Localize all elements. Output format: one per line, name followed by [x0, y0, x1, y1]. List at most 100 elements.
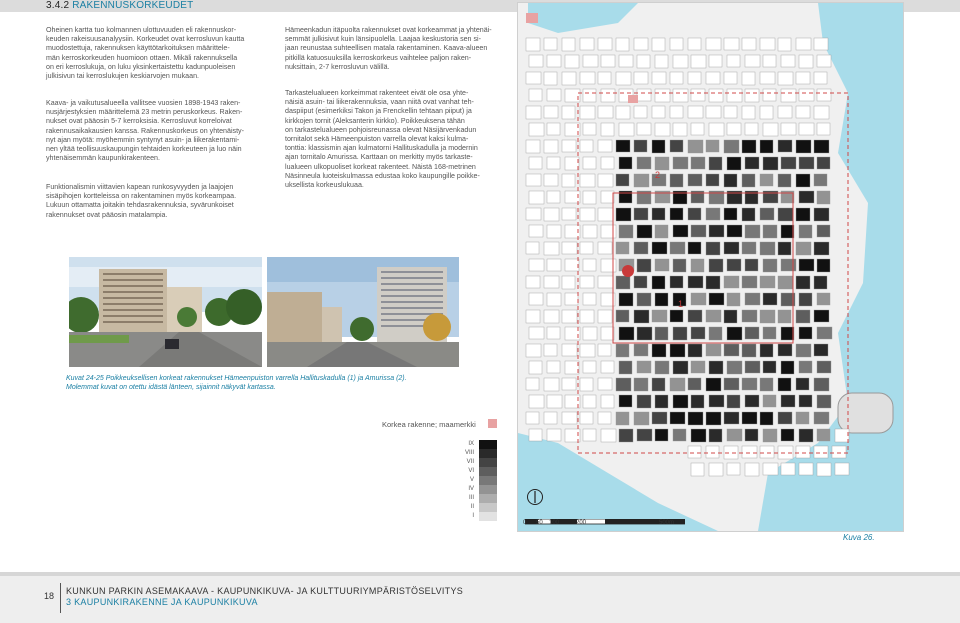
- building-block: [744, 224, 761, 239]
- building-block: [579, 309, 595, 324]
- legend-floor-label: II: [470, 504, 474, 510]
- building-block: [705, 275, 721, 290]
- building-block: [651, 411, 668, 425]
- building-block: [615, 343, 630, 358]
- building-block: [795, 343, 812, 358]
- building-block: [528, 122, 545, 137]
- building-block: [777, 377, 792, 392]
- section-heading: 3.4.2 RAKENNUSKORKEUDET: [46, 0, 193, 12]
- building-block: [561, 377, 577, 391]
- building-block: [669, 139, 684, 153]
- building-block: [543, 207, 560, 222]
- building-block: [780, 54, 796, 68]
- building-block: [669, 343, 686, 358]
- landmark-north: [628, 95, 638, 103]
- building-block: [618, 54, 634, 68]
- building-block: [615, 309, 630, 323]
- building-block: [741, 343, 757, 358]
- building-block: [615, 241, 630, 255]
- building-block: [633, 377, 649, 392]
- building-block: [759, 343, 774, 358]
- building-block: [690, 428, 707, 443]
- footer-title: KUNKUN PARKIN ASEMAKAAVA - KAUPUNKIKUVA-…: [66, 586, 464, 596]
- middle-paragraph-2: Tarkastelualueen korkeimmat rakenteet ei…: [285, 89, 480, 190]
- building-block: [726, 54, 741, 68]
- building-block: [582, 156, 597, 170]
- building-block: [615, 207, 632, 222]
- building-block: [528, 258, 545, 272]
- building-block: [633, 241, 649, 255]
- building-block: [780, 326, 795, 341]
- building-block: [546, 428, 562, 442]
- building-block: [759, 309, 776, 324]
- building-block: [795, 71, 811, 85]
- building-block: [741, 105, 756, 120]
- building-block: [528, 360, 543, 375]
- building-block: [816, 428, 831, 442]
- building-block: [780, 156, 797, 170]
- building-block: [795, 309, 811, 324]
- building-block: [744, 394, 760, 408]
- building-block: [780, 428, 795, 442]
- building-block: [744, 88, 760, 103]
- building-block: [525, 71, 542, 85]
- building-block: [597, 139, 613, 153]
- building-block: [528, 292, 544, 306]
- building-block: [561, 411, 578, 425]
- building-block: [798, 54, 814, 69]
- scale-tick-200: 200: [576, 520, 587, 526]
- building-block: [690, 394, 705, 409]
- building-block: [615, 37, 630, 52]
- building-block: [600, 326, 615, 341]
- building-block: [543, 71, 558, 86]
- building-block: [816, 122, 831, 136]
- building-block: [813, 445, 829, 459]
- building-block: [687, 105, 704, 119]
- building-block: [726, 224, 743, 238]
- building-block: [687, 173, 703, 187]
- middle-paragraph-1: Hämeenkadun itäpuolta rakennukset ovat k…: [285, 26, 492, 71]
- building-block: [687, 207, 702, 221]
- building-block: [618, 360, 633, 375]
- building-block: [798, 224, 813, 239]
- legend-floor-swatch: [479, 467, 497, 476]
- building-block: [615, 71, 632, 86]
- building-block: [759, 37, 776, 51]
- building-block: [723, 207, 738, 221]
- building-block: [597, 71, 612, 85]
- building-block: [780, 224, 795, 239]
- building-block: [618, 292, 634, 307]
- building-block: [654, 156, 670, 171]
- building-block: [795, 275, 811, 290]
- building-block: [651, 241, 668, 255]
- building-block: [759, 173, 774, 187]
- building-block: [654, 292, 669, 307]
- building-block: [654, 122, 671, 137]
- building-block: [744, 258, 759, 272]
- building-block: [723, 105, 738, 119]
- building-block: [759, 445, 775, 459]
- building-block: [708, 122, 725, 137]
- building-block: [708, 394, 725, 408]
- building-block: [672, 258, 687, 273]
- building-block: [582, 292, 597, 306]
- building-block: [762, 462, 779, 476]
- building-block: [654, 54, 669, 69]
- building-block: [759, 377, 774, 392]
- building-block: [597, 207, 614, 222]
- building-block: [582, 258, 597, 272]
- building-block: [759, 411, 774, 426]
- building-block: [528, 428, 543, 442]
- building-block: [798, 326, 813, 340]
- building-block: [723, 241, 740, 255]
- building-block: [618, 428, 634, 443]
- building-block: [744, 360, 761, 374]
- building-block: [636, 156, 652, 170]
- building-block: [780, 122, 797, 136]
- figure-number: Kuva 26.: [843, 533, 875, 542]
- building-block: [672, 88, 689, 103]
- building-block: [582, 224, 598, 239]
- building-block: [564, 54, 580, 69]
- building-block: [582, 394, 597, 409]
- building-block: [705, 411, 722, 426]
